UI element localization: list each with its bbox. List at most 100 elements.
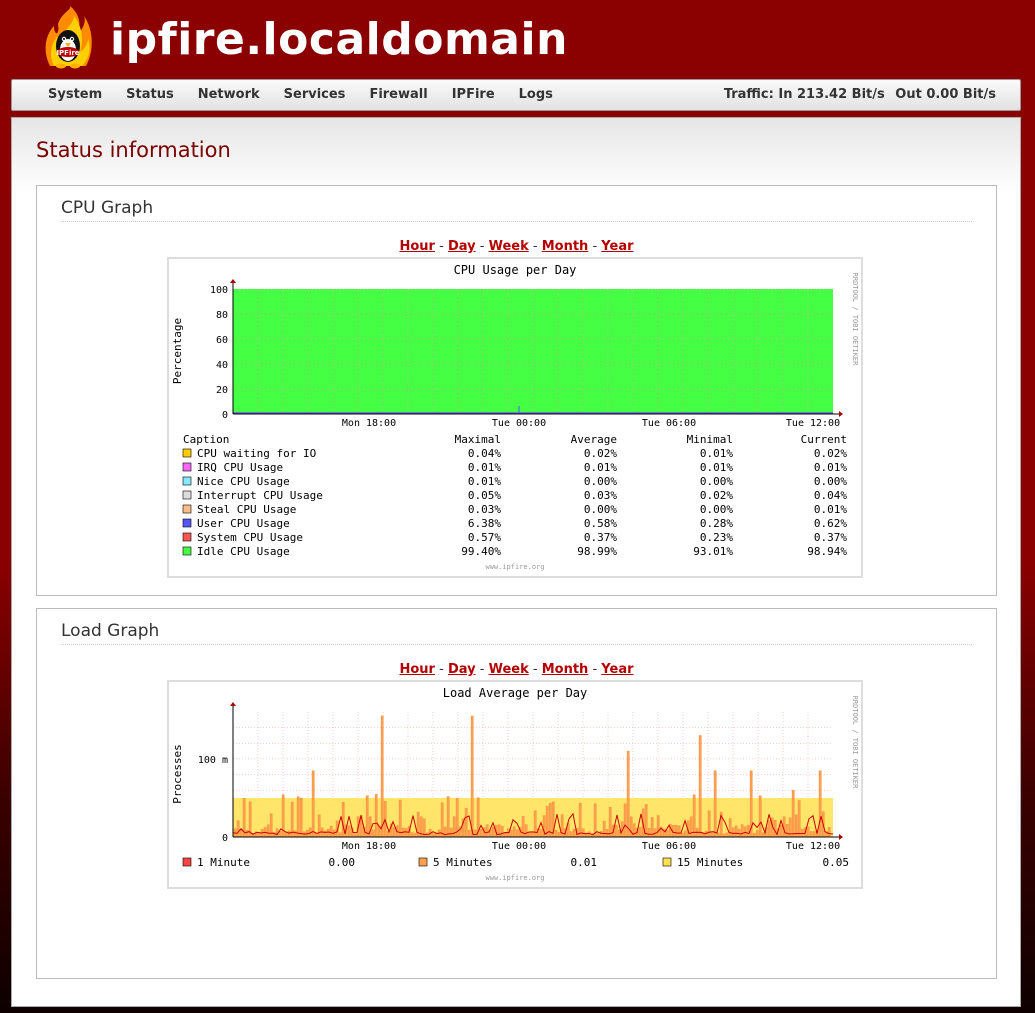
load-footer-credit: www.ipfire.org [485,874,544,882]
cpu-legend-header: Caption [183,433,229,446]
cpu-chart: CPU Usage per Day Percentage RRDTOOL / TOB… [171,263,859,571]
cpu-graph-box: CPU Graph Hour - Day - Week - Month - Ye… [36,185,997,596]
cpu-legend-swatch [182,448,192,458]
cpu-range-week[interactable]: Week [489,239,529,254]
load-graph-image[interactable]: Load Average per Day Processes RRDTOOL / T… [167,680,863,889]
load-5min-bar [731,827,735,838]
load-legend-value: 0.01 [571,856,598,869]
nav-item-status[interactable]: Status [126,80,174,110]
cpu-x-tick-label: Mon 18:00 [342,418,396,429]
load-5min-bar [740,824,744,838]
cpu-y-tick-label: 40 [216,360,228,371]
nav-item-logs[interactable]: Logs [519,80,553,110]
load-legend-name: 15 Minutes [677,856,743,869]
cpu-legend-value: 0.04% [814,489,847,502]
cpu-legend-swatch [182,476,192,486]
load-5min-bar [806,826,810,838]
load-range-links: Hour - Day - Week - Month - Year [399,662,634,677]
cpu-graph-image[interactable]: CPU Usage per Day Percentage RRDTOOL / TOB… [167,257,863,578]
load-y-axis-arrow [230,702,236,706]
load-5min-bar [515,829,519,838]
load-x-tick-label: Tue 06:00 [642,841,696,852]
cpu-legend-swatch [182,546,192,556]
load-5min-bar [404,828,408,838]
load-5min-bar [278,831,282,838]
load-range-month[interactable]: Month [542,662,589,677]
load-5min-bar [647,828,651,838]
cpu-footer-credit: www.ipfire.org [485,563,544,571]
load-legend-swatch [182,857,192,867]
cpu-y-tick-label: 60 [216,335,228,346]
nav-item-network[interactable]: Network [198,80,260,110]
cpu-legend-header: Minimal [687,433,733,446]
cpu-y-axis-arrow [230,279,236,283]
nav-item-firewall[interactable]: Firewall [369,80,427,110]
load-5min-bar [287,830,291,838]
load-5min-bar [509,830,513,838]
load-y-tick-label: 0 [222,833,228,844]
traffic-out: Out 0.00 Bit/s [895,87,996,102]
load-legend-name: 5 Minutes [433,856,493,869]
load-5min-bar [431,832,435,838]
load-x-tick-label: Mon 18:00 [342,841,396,852]
load-range-year[interactable]: Year [601,662,633,677]
load-5min-bar [326,829,330,838]
load-5min-bar [533,810,537,838]
load-graph-title: Load Graph [61,621,160,641]
cpu-legend-value: 0.02% [814,447,847,460]
cpu-range-year[interactable]: Year [601,239,633,254]
load-5min-bar [752,833,756,838]
load-5min-bar [779,824,783,838]
load-5min-bar [323,830,327,838]
nav-item-system[interactable]: System [48,80,102,110]
cpu-legend-name: Steal CPU Usage [197,503,296,516]
cpu-graph-title: CPU Graph [61,198,154,218]
cpu-legend-value: 6.38% [468,517,501,530]
load-5min-bar [554,830,558,838]
load-range-week[interactable]: Week [489,662,529,677]
cpu-range-hour[interactable]: Hour [399,239,434,254]
load-5min-bar [491,827,495,838]
ipfire-logo-icon[interactable]: IPFire [40,6,96,74]
main-content: Status information CPU Graph Hour - Day … [11,117,1021,1007]
load-5min-bar [608,806,612,838]
cpu-legend-name: Interrupt CPU Usage [197,489,323,502]
load-legend-swatch [662,857,672,867]
cpu-x-tick-label: Tue 00:00 [492,418,546,429]
main-navbar: System Status Network Services Firewall … [11,79,1021,111]
cpu-legend-value: 0.37% [584,531,617,544]
load-5min-bar [527,832,531,838]
load-x-axis-arrow [839,834,843,840]
cpu-legend-swatch [182,504,192,514]
load-5min-bar [470,715,474,838]
cpu-y-tick-label: 20 [216,385,228,396]
load-legend-value: 0.05 [823,856,850,869]
cpu-legend-value: 99.40% [461,545,501,558]
load-5min-bar [746,825,750,838]
cpu-legend-value: 0.01% [468,475,501,488]
load-5min-bar [569,831,573,838]
load-5min-bar [296,796,300,838]
load-range-hour[interactable]: Hour [399,662,434,677]
nav-item-services[interactable]: Services [284,80,346,110]
load-5min-bar [599,831,603,838]
cpu-range-month[interactable]: Month [542,239,589,254]
load-5min-bar [299,797,303,838]
cpu-range-day[interactable]: Day [448,239,476,254]
cpu-legend-swatch [182,462,192,472]
load-5min-bar [734,825,738,838]
load-5min-bar [539,828,543,838]
load-range-day[interactable]: Day [448,662,476,677]
cpu-legend-value: 0.62% [814,517,847,530]
cpu-legend-value: 0.00% [584,475,617,488]
load-5min-bar [809,831,813,838]
load-5min-bar [443,826,447,838]
page-title: Status information [36,138,231,162]
cpu-legend-value: 0.00% [584,503,617,516]
cpu-legend-value: 0.03% [468,503,501,516]
load-5min-bar [827,827,831,838]
cpu-legend-value: 0.02% [584,447,617,460]
cpu-x-tick-label: Tue 12:00 [786,418,840,429]
nav-item-ipfire[interactable]: IPFire [452,80,495,110]
cpu-legend-name: Idle CPU Usage [197,545,290,558]
